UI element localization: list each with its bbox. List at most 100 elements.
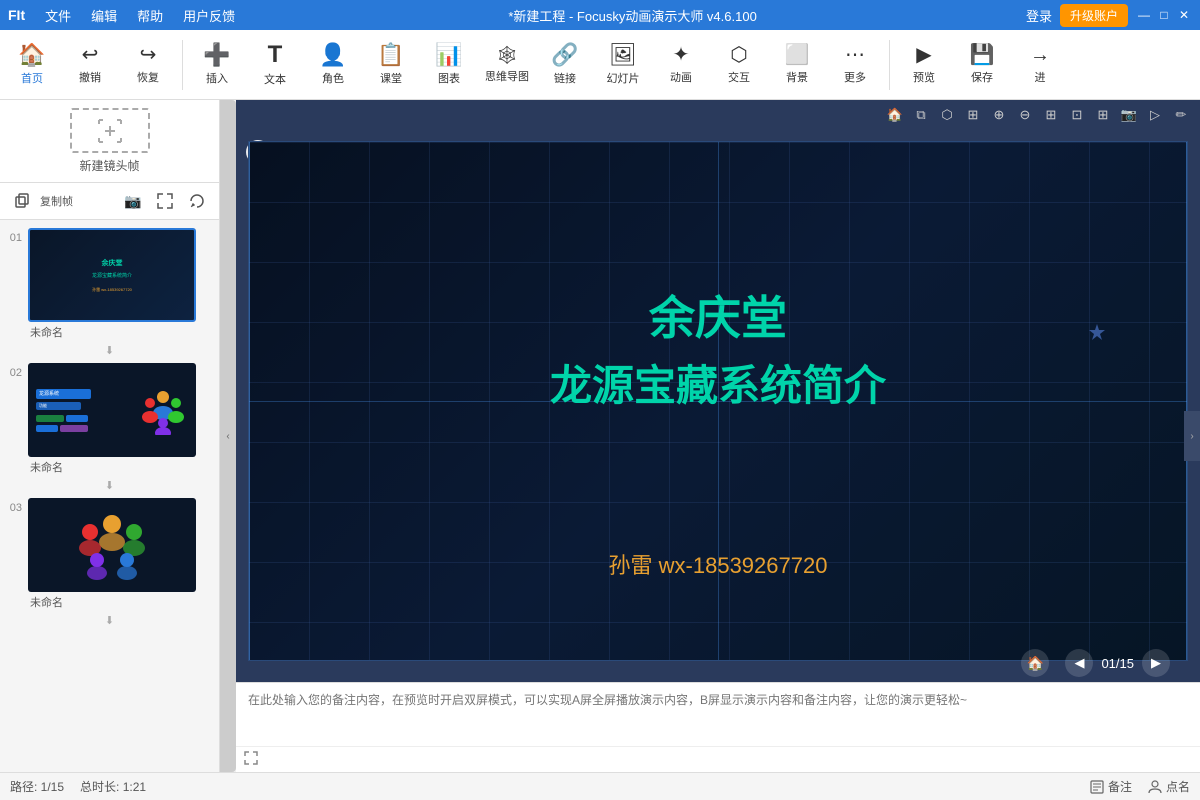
statusbar-path: 路径: 1/15 <box>10 778 64 795</box>
slide-canvas[interactable]: 余庆堂 龙源宝藏系统简介 孙雷 wx-18539267720 <box>236 130 1200 672</box>
copy-frame-label: 复制帧 <box>40 193 73 209</box>
canvas-copy-button[interactable]: ⧉ <box>910 104 932 126</box>
slide-thumb-wrapper-3: 未命名 <box>28 498 215 610</box>
maximize-button[interactable]: □ <box>1156 7 1172 23</box>
titlebar-title: *新建工程 - Focusky动画演示大师 v4.6.100 <box>508 6 757 25</box>
canvas-fit-button[interactable]: ⊡ <box>1066 104 1088 126</box>
window-controls: — □ ✕ <box>1136 7 1192 23</box>
menu-file[interactable]: 文件 <box>41 4 75 27</box>
slide-thumbnail-3[interactable] <box>28 498 196 592</box>
statusbar-right: 备注 点名 <box>1090 778 1190 795</box>
toolbar-redo-label: 恢复 <box>137 69 159 85</box>
panel-collapse-button[interactable]: ‹ <box>220 100 236 772</box>
toolbar-link[interactable]: 🔗 链接 <box>537 33 593 97</box>
toolbar-character[interactable]: 👤 角色 <box>305 33 361 97</box>
toolbar-next-label: 进 <box>1035 69 1046 85</box>
toolbar-mindmap[interactable]: 🕸 思维导图 <box>479 33 535 97</box>
canvas-zoomin-button[interactable]: ⊕ <box>988 104 1010 126</box>
slide-thumbnail-1[interactable]: 余庆堂 龙源宝藏系统简介 孙雷 wx-18539267720 <box>28 228 196 322</box>
menu-help[interactable]: 帮助 <box>133 4 167 27</box>
callname-label: 点名 <box>1166 778 1190 795</box>
toolbar-undo[interactable]: ↩ 撤销 <box>62 33 118 97</box>
toolbar-chart-label: 图表 <box>438 70 460 86</box>
canvas-copy2-button[interactable]: ⬡ <box>936 104 958 126</box>
minimize-button[interactable]: — <box>1136 7 1152 23</box>
more-icon: ⋯ <box>845 45 865 65</box>
toolbar-more-label: 更多 <box>844 69 866 85</box>
toolbar-insert[interactable]: ➕ 插入 <box>189 33 245 97</box>
titlebar-left: FIt 文件 编辑 帮助 用户反馈 <box>8 4 239 27</box>
new-frame-content: 新建镜头帧 <box>70 108 150 174</box>
undo-icon: ↩ <box>82 45 99 65</box>
copy-frame-button[interactable] <box>8 187 36 215</box>
new-frame-label: 新建镜头帧 <box>79 157 139 174</box>
titlebar-right: 登录 升级账户 — □ ✕ <box>1026 4 1192 27</box>
notes-button[interactable]: 备注 <box>1090 778 1132 795</box>
menu-feedback[interactable]: 用户反馈 <box>179 4 239 27</box>
canvas-zoomout-button[interactable]: ⊖ <box>1014 104 1036 126</box>
save-icon: 💾 <box>970 45 995 65</box>
slide-thumbnail-2[interactable]: 龙源系统 功能 <box>28 363 196 457</box>
slide-number-1: 01 <box>4 228 22 244</box>
notes-input[interactable] <box>236 683 1200 746</box>
toolbar-next[interactable]: → 进 <box>1012 33 1068 97</box>
slide-label-1: 未命名 <box>28 324 215 340</box>
toolbar-classroom-label: 课堂 <box>380 70 402 86</box>
canvas-grid-button[interactable]: ⊞ <box>1040 104 1062 126</box>
notes-expand-button[interactable] <box>244 751 258 768</box>
canvas-camera-button[interactable]: 📷 <box>1118 104 1140 126</box>
notes-bottom <box>236 746 1200 772</box>
toolbar-home[interactable]: 🏠 首页 <box>4 33 60 97</box>
thumb1-title: 余庆堂 <box>102 258 123 268</box>
slides-list: 01 余庆堂 龙源宝藏系统简介 孙雷 wx-18539267720 未命名 ⬇ … <box>0 220 219 772</box>
toolbar-classroom[interactable]: 📋 课堂 <box>363 33 419 97</box>
canvas-play-button[interactable]: ▷ <box>1144 104 1166 126</box>
nav-home-button[interactable]: 🏠 <box>1021 649 1049 677</box>
nav-next-button[interactable]: ▶ <box>1142 649 1170 677</box>
toolbar-save-label: 保存 <box>971 69 993 85</box>
new-frame-button[interactable]: 新建镜头帧 <box>0 100 219 183</box>
toolbar-animation[interactable]: ✦ 动画 <box>653 33 709 97</box>
canvas-align-button[interactable]: ⊞ <box>962 104 984 126</box>
login-button[interactable]: 登录 <box>1026 6 1052 25</box>
slide-thumb-wrapper-2: 龙源系统 功能 <box>28 363 215 475</box>
toolbar-slideshow-label: 幻灯片 <box>607 70 640 86</box>
canvas-home-button[interactable]: 🏠 <box>884 104 906 126</box>
callname-button[interactable]: 点名 <box>1148 778 1190 795</box>
toolbar-slideshow[interactable]: 🖼 幻灯片 <box>595 33 651 97</box>
nav-prev-button[interactable]: ◀ <box>1065 649 1093 677</box>
toolbar-interact[interactable]: ⬡ 交互 <box>711 33 767 97</box>
slide-item-1: 01 余庆堂 龙源宝藏系统简介 孙雷 wx-18539267720 未命名 <box>4 228 215 340</box>
toolbar-redo[interactable]: ↪ 恢复 <box>120 33 176 97</box>
new-frame-icon <box>70 108 150 153</box>
left-panel: 新建镜头帧 复制帧 📷 <box>0 100 220 772</box>
toolbar-save[interactable]: 💾 保存 <box>954 33 1010 97</box>
menu-edit[interactable]: 编辑 <box>87 4 121 27</box>
upgrade-button[interactable]: 升级账户 <box>1060 4 1128 27</box>
toolbar-more[interactable]: ⋯ 更多 <box>827 33 883 97</box>
mindmap-icon: 🕸 <box>496 46 519 64</box>
toolbar-preview-label: 预览 <box>913 69 935 85</box>
slide-content: 余庆堂 龙源宝藏系统简介 孙雷 wx-18539267720 <box>248 141 1188 661</box>
resize-button[interactable] <box>151 187 179 215</box>
slide-sub-title: 龙源宝藏系统简介 <box>550 352 886 413</box>
notes-icon <box>1090 780 1104 794</box>
canvas-edit-button[interactable]: ✏ <box>1170 104 1192 126</box>
toolbar-preview[interactable]: ▶ 预览 <box>896 33 952 97</box>
close-button[interactable]: ✕ <box>1176 7 1192 23</box>
right-panel-toggle[interactable]: › <box>1184 411 1200 461</box>
callname-icon <box>1148 780 1162 794</box>
toolbar-text[interactable]: T 文本 <box>247 33 303 97</box>
navigation-controls: 🏠 ◀ 01/15 ▶ <box>1021 649 1170 677</box>
notes-label: 备注 <box>1108 778 1132 795</box>
toolbar-background[interactable]: ⬜ 背景 <box>769 33 825 97</box>
toolbar-mindmap-label: 思维导图 <box>485 68 529 84</box>
canvas-snap-button[interactable]: ⊞ <box>1092 104 1114 126</box>
slide-icon-1: ⬇ <box>4 344 215 357</box>
classroom-icon: 📋 <box>377 44 404 66</box>
rotate-button[interactable] <box>183 187 211 215</box>
canvas-area: 🏠 ⧉ ⬡ ⊞ ⊕ ⊖ ⊞ ⊡ ⊞ 📷 ▷ ✏ 1 余庆堂 <box>236 100 1200 772</box>
toolbar-chart[interactable]: 📊 图表 <box>421 33 477 97</box>
slide-author: 孙雷 wx-18539267720 <box>609 548 828 580</box>
camera-button[interactable]: 📷 <box>119 187 147 215</box>
